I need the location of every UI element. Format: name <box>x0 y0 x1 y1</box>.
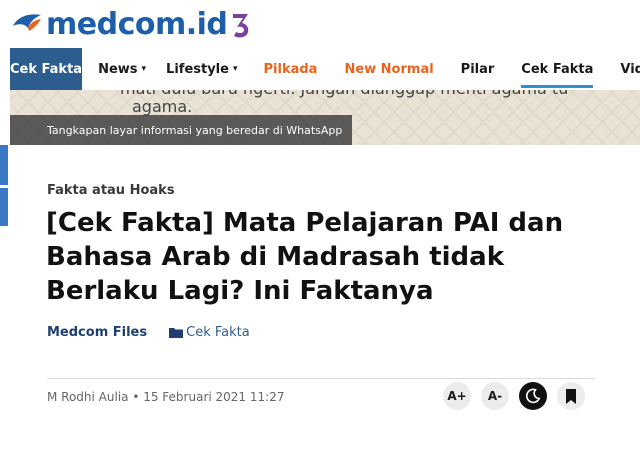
source-link[interactable]: Medcom Files <box>47 325 147 340</box>
article-category[interactable]: Fakta atau Hoaks <box>47 183 175 198</box>
site-header: medcom.id <box>0 0 640 48</box>
anniversary-badge-icon <box>233 14 249 38</box>
hero-text-line: agama. <box>132 97 193 116</box>
nav-item-label: News <box>98 61 138 77</box>
article-source-row: Medcom Files Cek Fakta <box>47 325 250 340</box>
dark-mode-button[interactable] <box>519 382 547 410</box>
site-logo[interactable]: medcom.id <box>10 8 252 42</box>
nav-item-new-normal[interactable]: New Normal <box>344 48 433 90</box>
divider <box>47 378 595 379</box>
nav-item-video[interactable]: Vide <box>620 48 640 90</box>
moon-icon <box>525 388 541 404</box>
chevron-down-icon: ▾ <box>232 64 238 74</box>
bookmark-button[interactable] <box>557 382 585 410</box>
side-accent <box>0 145 8 185</box>
nav-item-news[interactable]: News ▾ <box>98 48 146 90</box>
bookmark-icon <box>566 388 576 404</box>
nav-item-pilkada[interactable]: Pilkada <box>264 48 318 90</box>
nav-item-pilar[interactable]: Pilar <box>461 48 495 90</box>
article-hero-image: mati dulu baru ngerti. Jangan dianggap m… <box>10 90 640 145</box>
nav-item-label: Lifestyle <box>166 61 229 77</box>
nav-item-lifestyle[interactable]: Lifestyle ▾ <box>166 48 237 90</box>
author-date: M Rodhi Aulia • 15 Februari 2021 11:27 <box>47 390 285 404</box>
side-accent <box>0 188 8 226</box>
decrease-font-button[interactable]: A- <box>481 382 509 410</box>
brand-name: medcom.id <box>46 7 228 42</box>
article-title: [Cek Fakta] Mata Pelajaran PAI dan Bahas… <box>46 208 564 306</box>
folder-icon <box>169 328 184 338</box>
nav-item-cek-fakta[interactable]: Cek Fakta <box>521 48 594 90</box>
chevron-down-icon: ▾ <box>141 64 147 74</box>
image-caption: Tangkapan layar informasi yang beredar d… <box>10 115 352 145</box>
nav-section-cek-fakta[interactable]: Cek Fakta <box>10 48 83 90</box>
tag-link[interactable]: Cek Fakta <box>186 325 250 340</box>
main-nav: Cek Fakta News ▾ Lifestyle ▾ Pilkada New… <box>0 48 640 90</box>
increase-font-button[interactable]: A+ <box>443 382 471 410</box>
bird-logo-icon <box>13 14 41 31</box>
article-tools: A+ A- <box>443 382 585 410</box>
